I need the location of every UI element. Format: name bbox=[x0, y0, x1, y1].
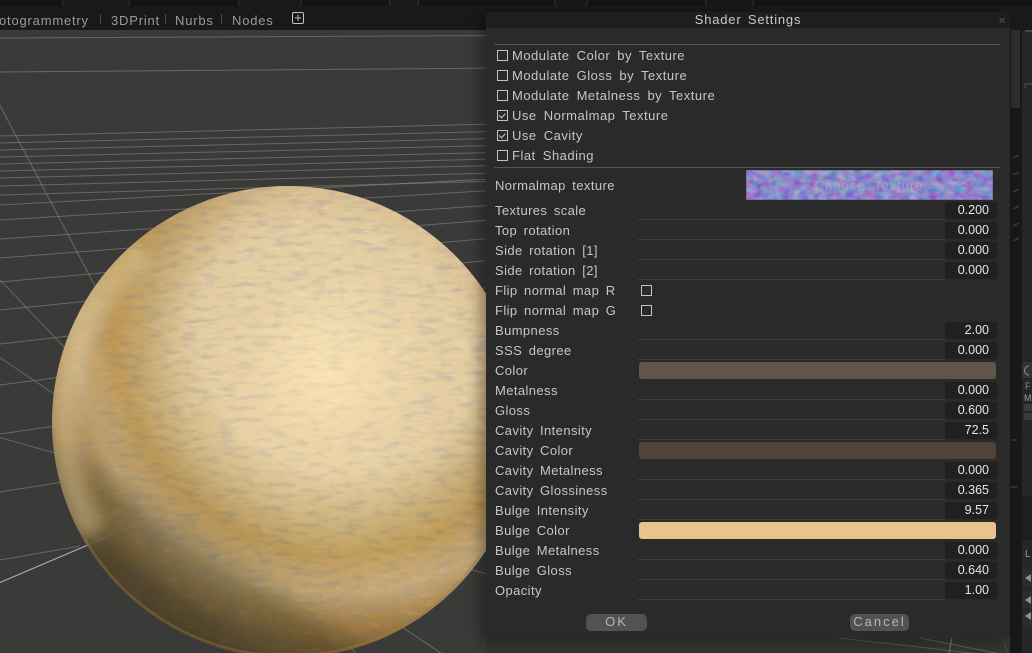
svg-text:F: F bbox=[1025, 381, 1031, 391]
svg-text:L: L bbox=[1025, 549, 1031, 560]
svg-text:M: M bbox=[1024, 393, 1032, 403]
svg-text:Choose Texture: Choose Texture bbox=[815, 178, 924, 193]
